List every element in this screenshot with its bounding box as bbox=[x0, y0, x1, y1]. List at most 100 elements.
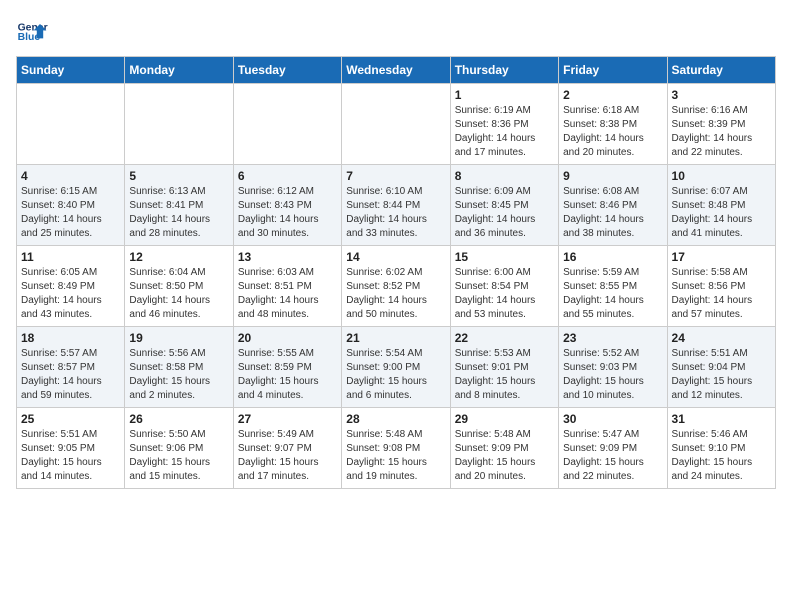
calendar-cell: 30 Sunrise: 5:47 AM Sunset: 9:09 PM Dayli… bbox=[559, 408, 667, 489]
weekday-header-monday: Monday bbox=[125, 57, 233, 84]
calendar-cell: 17Sunrise: 5:58 AM Sunset: 8:56 PM Dayli… bbox=[667, 246, 775, 327]
day-number: 18 bbox=[21, 331, 120, 345]
weekday-header-tuesday: Tuesday bbox=[233, 57, 341, 84]
calendar-week-row: 4 Sunrise: 6:15 AM Sunset: 8:40 PM Daylig… bbox=[17, 165, 776, 246]
calendar-cell: 23 Sunrise: 5:52 AM Sunset: 9:03 PM Dayli… bbox=[559, 327, 667, 408]
day-number: 29 bbox=[455, 412, 554, 426]
day-detail: Sunrise: 5:50 AM Sunset: 9:06 PM Dayligh… bbox=[129, 428, 228, 484]
day-number: 31 bbox=[672, 412, 771, 426]
day-number: 20 bbox=[238, 331, 337, 345]
calendar-week-row: 11Sunrise: 6:05 AM Sunset: 8:49 PM Dayli… bbox=[17, 246, 776, 327]
weekday-header-sunday: Sunday bbox=[17, 57, 125, 84]
day-number: 10 bbox=[672, 169, 771, 183]
day-detail: Sunrise: 5:49 AM Sunset: 9:07 PM Dayligh… bbox=[238, 428, 337, 484]
calendar-cell: 22Sunrise: 5:53 AM Sunset: 9:01 PM Dayli… bbox=[450, 327, 558, 408]
day-detail: Sunrise: 5:48 AM Sunset: 9:08 PM Dayligh… bbox=[346, 428, 445, 484]
weekday-header-friday: Friday bbox=[559, 57, 667, 84]
day-number: 30 bbox=[563, 412, 662, 426]
calendar-cell: 13 Sunrise: 6:03 AM Sunset: 8:51 PM Dayli… bbox=[233, 246, 341, 327]
page-header: General Blue bbox=[16, 16, 776, 48]
day-number: 24 bbox=[672, 331, 771, 345]
day-detail: Sunrise: 6:08 AM Sunset: 8:46 PM Dayligh… bbox=[563, 185, 662, 241]
day-number: 16 bbox=[563, 250, 662, 264]
calendar-cell: 4 Sunrise: 6:15 AM Sunset: 8:40 PM Daylig… bbox=[17, 165, 125, 246]
calendar-cell: 21 Sunrise: 5:54 AM Sunset: 9:00 PM Dayli… bbox=[342, 327, 450, 408]
calendar-cell: 29 Sunrise: 5:48 AM Sunset: 9:09 PM Dayli… bbox=[450, 408, 558, 489]
day-detail: Sunrise: 5:54 AM Sunset: 9:00 PM Dayligh… bbox=[346, 347, 445, 403]
day-detail: Sunrise: 6:18 AM Sunset: 8:38 PM Dayligh… bbox=[563, 104, 662, 160]
calendar-cell: 27Sunrise: 5:49 AM Sunset: 9:07 PM Dayli… bbox=[233, 408, 341, 489]
calendar-cell: 3 Sunrise: 6:16 AM Sunset: 8:39 PM Daylig… bbox=[667, 84, 775, 165]
day-detail: Sunrise: 6:04 AM Sunset: 8:50 PM Dayligh… bbox=[129, 266, 228, 322]
calendar-cell: 14Sunrise: 6:02 AM Sunset: 8:52 PM Dayli… bbox=[342, 246, 450, 327]
calendar-week-row: 18 Sunrise: 5:57 AM Sunset: 8:57 PM Dayli… bbox=[17, 327, 776, 408]
calendar-cell: 11Sunrise: 6:05 AM Sunset: 8:49 PM Dayli… bbox=[17, 246, 125, 327]
day-number: 23 bbox=[563, 331, 662, 345]
logo-icon: General Blue bbox=[16, 16, 48, 48]
day-detail: Sunrise: 6:15 AM Sunset: 8:40 PM Dayligh… bbox=[21, 185, 120, 241]
day-number: 9 bbox=[563, 169, 662, 183]
day-detail: Sunrise: 6:00 AM Sunset: 8:54 PM Dayligh… bbox=[455, 266, 554, 322]
day-number: 1 bbox=[455, 88, 554, 102]
calendar-cell: 31Sunrise: 5:46 AM Sunset: 9:10 PM Dayli… bbox=[667, 408, 775, 489]
day-detail: Sunrise: 5:48 AM Sunset: 9:09 PM Dayligh… bbox=[455, 428, 554, 484]
weekday-header-wednesday: Wednesday bbox=[342, 57, 450, 84]
day-detail: Sunrise: 6:12 AM Sunset: 8:43 PM Dayligh… bbox=[238, 185, 337, 241]
calendar-week-row: 25 Sunrise: 5:51 AM Sunset: 9:05 PM Dayli… bbox=[17, 408, 776, 489]
day-number: 15 bbox=[455, 250, 554, 264]
calendar-cell: 5Sunrise: 6:13 AM Sunset: 8:41 PM Daylig… bbox=[125, 165, 233, 246]
day-detail: Sunrise: 5:57 AM Sunset: 8:57 PM Dayligh… bbox=[21, 347, 120, 403]
day-detail: Sunrise: 6:10 AM Sunset: 8:44 PM Dayligh… bbox=[346, 185, 445, 241]
calendar-cell: 24 Sunrise: 5:51 AM Sunset: 9:04 PM Dayli… bbox=[667, 327, 775, 408]
day-number: 4 bbox=[21, 169, 120, 183]
day-number: 7 bbox=[346, 169, 445, 183]
calendar-cell: 7 Sunrise: 6:10 AM Sunset: 8:44 PM Daylig… bbox=[342, 165, 450, 246]
weekday-header-thursday: Thursday bbox=[450, 57, 558, 84]
day-detail: Sunrise: 5:51 AM Sunset: 9:04 PM Dayligh… bbox=[672, 347, 771, 403]
day-detail: Sunrise: 6:02 AM Sunset: 8:52 PM Dayligh… bbox=[346, 266, 445, 322]
day-number: 2 bbox=[563, 88, 662, 102]
calendar-cell: 2 Sunrise: 6:18 AM Sunset: 8:38 PM Daylig… bbox=[559, 84, 667, 165]
calendar-cell: 15 Sunrise: 6:00 AM Sunset: 8:54 PM Dayli… bbox=[450, 246, 558, 327]
calendar-cell bbox=[17, 84, 125, 165]
day-number: 6 bbox=[238, 169, 337, 183]
day-detail: Sunrise: 5:59 AM Sunset: 8:55 PM Dayligh… bbox=[563, 266, 662, 322]
calendar-cell: 18 Sunrise: 5:57 AM Sunset: 8:57 PM Dayli… bbox=[17, 327, 125, 408]
calendar-cell: 28 Sunrise: 5:48 AM Sunset: 9:08 PM Dayli… bbox=[342, 408, 450, 489]
calendar-cell: 8 Sunrise: 6:09 AM Sunset: 8:45 PM Daylig… bbox=[450, 165, 558, 246]
day-detail: Sunrise: 5:55 AM Sunset: 8:59 PM Dayligh… bbox=[238, 347, 337, 403]
calendar-cell bbox=[342, 84, 450, 165]
day-number: 8 bbox=[455, 169, 554, 183]
day-detail: Sunrise: 5:51 AM Sunset: 9:05 PM Dayligh… bbox=[21, 428, 120, 484]
calendar-cell bbox=[125, 84, 233, 165]
calendar-table: SundayMondayTuesdayWednesdayThursdayFrid… bbox=[16, 56, 776, 489]
day-number: 11 bbox=[21, 250, 120, 264]
day-detail: Sunrise: 6:09 AM Sunset: 8:45 PM Dayligh… bbox=[455, 185, 554, 241]
calendar-header-row: SundayMondayTuesdayWednesdayThursdayFrid… bbox=[17, 57, 776, 84]
calendar-cell: 12Sunrise: 6:04 AM Sunset: 8:50 PM Dayli… bbox=[125, 246, 233, 327]
weekday-header-saturday: Saturday bbox=[667, 57, 775, 84]
calendar-cell: 6 Sunrise: 6:12 AM Sunset: 8:43 PM Daylig… bbox=[233, 165, 341, 246]
calendar-week-row: 1 Sunrise: 6:19 AM Sunset: 8:36 PM Daylig… bbox=[17, 84, 776, 165]
day-number: 5 bbox=[129, 169, 228, 183]
day-number: 22 bbox=[455, 331, 554, 345]
day-detail: Sunrise: 6:19 AM Sunset: 8:36 PM Dayligh… bbox=[455, 104, 554, 160]
calendar-cell: 10Sunrise: 6:07 AM Sunset: 8:48 PM Dayli… bbox=[667, 165, 775, 246]
day-detail: Sunrise: 6:16 AM Sunset: 8:39 PM Dayligh… bbox=[672, 104, 771, 160]
calendar-cell: 26Sunrise: 5:50 AM Sunset: 9:06 PM Dayli… bbox=[125, 408, 233, 489]
day-number: 28 bbox=[346, 412, 445, 426]
day-number: 13 bbox=[238, 250, 337, 264]
day-detail: Sunrise: 5:52 AM Sunset: 9:03 PM Dayligh… bbox=[563, 347, 662, 403]
calendar-cell: 16 Sunrise: 5:59 AM Sunset: 8:55 PM Dayli… bbox=[559, 246, 667, 327]
calendar-cell: 25 Sunrise: 5:51 AM Sunset: 9:05 PM Dayli… bbox=[17, 408, 125, 489]
day-number: 3 bbox=[672, 88, 771, 102]
day-number: 25 bbox=[21, 412, 120, 426]
day-detail: Sunrise: 5:47 AM Sunset: 9:09 PM Dayligh… bbox=[563, 428, 662, 484]
calendar-cell bbox=[233, 84, 341, 165]
calendar-cell: 1 Sunrise: 6:19 AM Sunset: 8:36 PM Daylig… bbox=[450, 84, 558, 165]
day-number: 21 bbox=[346, 331, 445, 345]
day-detail: Sunrise: 6:03 AM Sunset: 8:51 PM Dayligh… bbox=[238, 266, 337, 322]
logo: General Blue bbox=[16, 16, 48, 48]
calendar-cell: 20 Sunrise: 5:55 AM Sunset: 8:59 PM Dayli… bbox=[233, 327, 341, 408]
day-number: 17 bbox=[672, 250, 771, 264]
